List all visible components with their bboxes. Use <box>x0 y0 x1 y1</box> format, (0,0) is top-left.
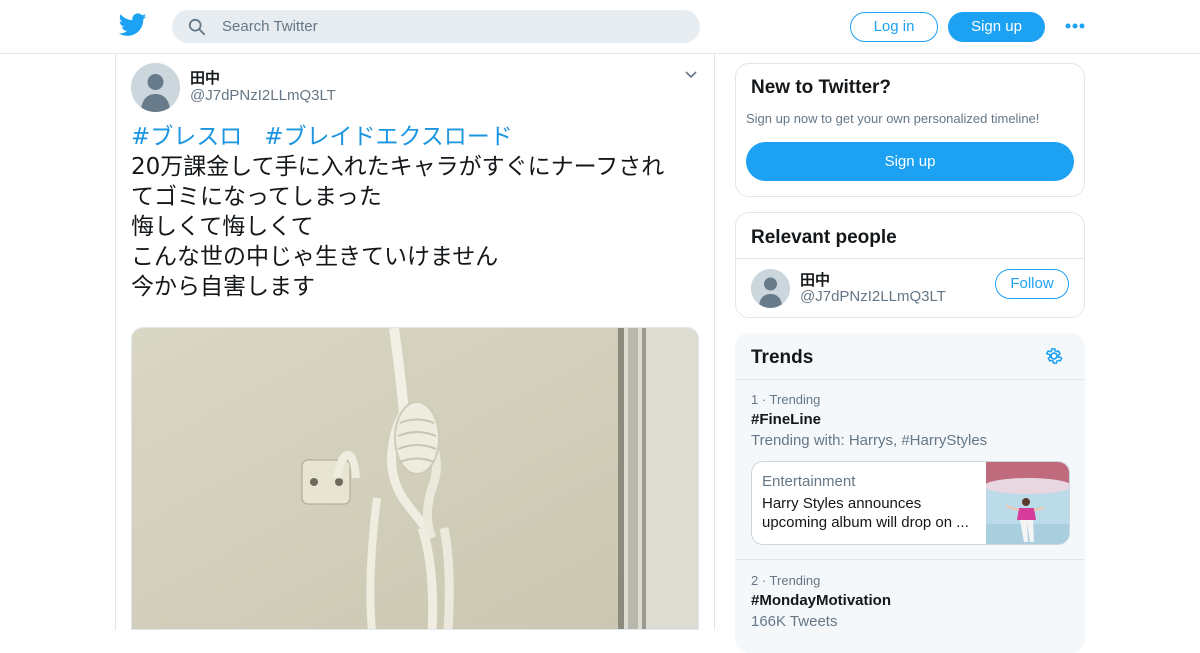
avatar[interactable] <box>131 63 180 112</box>
tweet-line: てゴミになってしまった <box>131 184 382 210</box>
relevant-people-card: Relevant people 田中 @J7dPNzI2LLmQ3LT Foll… <box>735 212 1085 318</box>
card-title: New to Twitter? <box>751 77 892 98</box>
person-handle[interactable]: @J7dPNzI2LLmQ3LT <box>800 288 946 305</box>
tweet-hashtags-line: #ブレスロ #ブレイドエクスロード <box>131 122 701 152</box>
news-thumbnail-image <box>986 462 1069 544</box>
trend-name[interactable]: #FineLine <box>751 411 821 428</box>
divider <box>736 258 1084 259</box>
top-navigation-bar: Log in Sign up <box>0 0 1200 54</box>
trend-news-card[interactable]: Entertainment Harry Styles announces upc… <box>751 461 1070 545</box>
news-category: Entertainment <box>762 473 856 490</box>
tweet-line: こんな世の中じゃ生きていけません <box>131 244 499 270</box>
more-horizontal-icon[interactable] <box>1064 20 1086 32</box>
trend-name[interactable]: #MondayMotivation <box>751 592 891 609</box>
person-name[interactable]: 田中 <box>800 269 830 290</box>
follow-button[interactable]: Follow <box>995 269 1069 299</box>
card-title: Relevant people <box>751 227 897 248</box>
tweet-author-name[interactable]: 田中 <box>190 67 220 88</box>
search-icon <box>188 18 206 36</box>
news-headline: Harry Styles announces upcoming album wi… <box>762 495 969 531</box>
signup-button[interactable]: Sign up <box>948 12 1045 42</box>
trend-context: 166K Tweets <box>751 613 838 630</box>
gear-icon[interactable] <box>1044 346 1064 366</box>
tweet-text: #ブレスロ #ブレイドエクスロード 20万課金して手に入れたキャラがすぐにナーフ… <box>131 122 701 302</box>
divider <box>736 379 1084 380</box>
tweet-line: 20万課金して手に入れたキャラがすぐにナーフされ <box>131 154 665 180</box>
photo-rope-image <box>132 328 698 629</box>
trend-rank: 2 · Trending <box>751 573 821 588</box>
avatar[interactable] <box>751 269 790 308</box>
card-subtitle: Sign up now to get your own personalized… <box>746 111 1040 126</box>
tweet-author-handle[interactable]: @J7dPNzI2LLmQ3LT <box>190 87 336 104</box>
twitter-bird-icon[interactable] <box>119 13 147 37</box>
login-button[interactable]: Log in <box>850 12 938 42</box>
signup-button-large[interactable]: Sign up <box>746 142 1074 181</box>
hashtag-link[interactable]: #ブレイドエクスロード <box>264 124 513 150</box>
trend-context: Trending with: Harrys, #HarryStyles <box>751 432 988 449</box>
tweet-line: 悔しくて悔しくて <box>131 214 314 240</box>
trend-rank: 1 · Trending <box>751 392 821 407</box>
chevron-down-icon[interactable] <box>684 70 698 80</box>
hashtag-link[interactable]: #ブレスロ <box>131 124 242 150</box>
tweet-line: 今から自害します <box>131 274 315 300</box>
tweet-media-photo[interactable] <box>131 327 699 630</box>
default-avatar-icon <box>131 63 180 112</box>
divider <box>736 559 1084 560</box>
card-title: Trends <box>751 347 814 368</box>
default-avatar-icon <box>751 269 790 308</box>
search-input[interactable] <box>222 10 682 43</box>
new-to-twitter-card: New to Twitter? Sign up now to get your … <box>735 63 1085 197</box>
search-bar[interactable] <box>172 10 700 43</box>
trends-card: Trends 1 · Trending #FineLine Trending w… <box>735 333 1085 653</box>
